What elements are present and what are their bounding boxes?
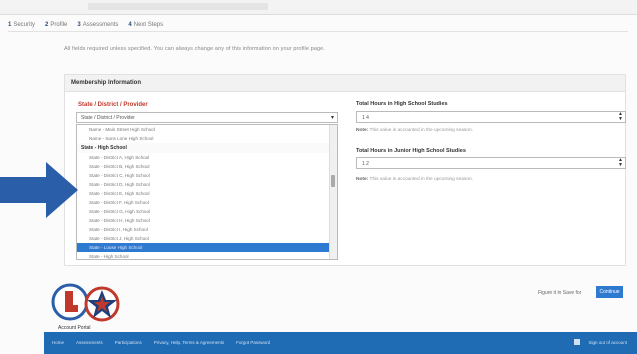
intro-text: All fields required unless specified. Yo… bbox=[64, 46, 325, 52]
district-select[interactable]: State / District / Provider ▾ bbox=[76, 112, 338, 123]
divider bbox=[8, 31, 628, 32]
scrollbar-thumb[interactable] bbox=[331, 175, 335, 187]
dropdown-option[interactable]: Name - Sans Lone High School bbox=[77, 134, 337, 143]
home-icon[interactable] bbox=[574, 339, 581, 345]
hs-hours-label: Total Hours in High School Studies bbox=[356, 101, 448, 107]
dropdown-option-selected[interactable]: State - Loose High School bbox=[77, 243, 337, 252]
footer-link[interactable]: Participations bbox=[115, 340, 142, 345]
step-next-steps[interactable]: 4 Next Steps bbox=[128, 22, 163, 28]
dropdown-option[interactable]: State - District F, High School bbox=[77, 198, 337, 207]
dropdown-option[interactable]: State - District C, High School bbox=[77, 171, 337, 180]
footer: Home Assessments Participations Privacy,… bbox=[44, 332, 637, 354]
browser-top-bar bbox=[0, 0, 637, 15]
dropdown-option[interactable]: State - District G, High School bbox=[77, 207, 337, 216]
dropdown-option[interactable]: State - District B, High School bbox=[77, 162, 337, 171]
section-title: Membership Information bbox=[65, 75, 625, 92]
footer-link[interactable]: Assessments bbox=[76, 340, 103, 345]
dropdown-option[interactable]: State - District I, High School bbox=[77, 225, 337, 234]
dropdown-group-label: State - High School bbox=[77, 143, 337, 153]
dropdown-option[interactable]: State - District A, High School bbox=[77, 153, 337, 162]
footer-account: Sign out of account bbox=[574, 339, 627, 345]
footer-link[interactable]: Forgot Password bbox=[236, 340, 270, 345]
sign-out-link[interactable]: Sign out of account bbox=[588, 340, 627, 345]
step-security[interactable]: 1 Security bbox=[8, 22, 35, 28]
hs-hours-input[interactable]: 1 4 ▲ ▼ bbox=[356, 111, 626, 123]
jhs-hours-input[interactable]: 1 2 ▲ ▼ bbox=[356, 157, 626, 169]
jhs-hours-note: Note: This value is accounted in the upc… bbox=[356, 177, 473, 182]
dropdown-option[interactable]: State - District H, High School bbox=[77, 216, 337, 225]
step-profile[interactable]: 2 Profile bbox=[45, 22, 67, 28]
browser-tab-strip[interactable] bbox=[88, 3, 268, 10]
spinner-icon[interactable]: ▲ ▼ bbox=[618, 158, 623, 168]
logo-caption: Account Portal bbox=[58, 325, 91, 331]
continue-button[interactable]: Continue bbox=[596, 286, 623, 298]
dropdown-option[interactable]: State - District J, High School bbox=[77, 234, 337, 243]
dropdown-scrollbar[interactable] bbox=[329, 125, 337, 259]
dropdown-option[interactable]: State - High School bbox=[77, 252, 337, 259]
progress-steps: 1 Security 2 Profile 3 Assessments 4 Next St… bbox=[8, 22, 163, 28]
step-assessments[interactable]: 3 Assessments bbox=[77, 22, 118, 28]
footer-link[interactable]: Home bbox=[52, 340, 64, 345]
footer-link[interactable]: Privacy, Help, Terms & Agreements bbox=[154, 340, 224, 345]
dropdown-option[interactable]: State - District D, High School bbox=[77, 180, 337, 189]
chevron-down-icon: ▾ bbox=[330, 115, 334, 121]
footer-links: Home Assessments Participations Privacy,… bbox=[52, 340, 270, 345]
district-dropdown-list[interactable]: Name - Main Street High School Name - Sa… bbox=[76, 124, 338, 260]
hs-hours-note: Note: This value is accounted in the upc… bbox=[356, 128, 473, 133]
arrow-pointer-icon bbox=[0, 162, 78, 218]
save-for-later-link[interactable]: Figure it in Save for bbox=[538, 290, 581, 296]
dropdown-option[interactable]: State - District E, High School bbox=[77, 189, 337, 198]
district-label: State / District / Provider bbox=[78, 102, 148, 108]
dropdown-option[interactable]: Name - Main Street High School bbox=[77, 125, 337, 134]
spinner-icon[interactable]: ▲ ▼ bbox=[618, 112, 623, 122]
jhs-hours-label: Total Hours in Junior High School Studie… bbox=[356, 148, 466, 154]
